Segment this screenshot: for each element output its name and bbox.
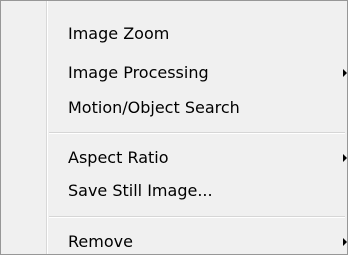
menu-item-label: Image Processing <box>68 63 209 82</box>
menu-item-remove[interactable]: Remove <box>48 226 347 258</box>
menu-item-save-still-image[interactable]: Save Still Image... <box>48 175 347 207</box>
menu-item-label: Aspect Ratio <box>68 148 169 167</box>
menu-item-aspect-ratio[interactable]: Aspect Ratio <box>48 142 347 174</box>
menu-item-motion-object-search[interactable]: Motion/Object Search <box>48 92 347 124</box>
menu-separator <box>49 132 345 134</box>
submenu-arrow-icon <box>343 154 347 162</box>
context-menu: Image Zoom Image Processing Motion/Objec… <box>0 0 348 255</box>
menu-item-label: Remove <box>68 232 133 251</box>
menu-separator <box>49 216 345 218</box>
submenu-arrow-icon <box>343 238 347 246</box>
menu-item-image-zoom[interactable]: Image Zoom <box>48 18 347 50</box>
menu-item-label: Motion/Object Search <box>68 98 240 117</box>
menu-item-label: Image Zoom <box>68 24 170 43</box>
submenu-arrow-icon <box>343 69 347 77</box>
menu-icon-gutter <box>1 1 47 254</box>
menu-item-label: Save Still Image... <box>68 181 213 200</box>
menu-item-image-processing[interactable]: Image Processing <box>48 57 347 89</box>
